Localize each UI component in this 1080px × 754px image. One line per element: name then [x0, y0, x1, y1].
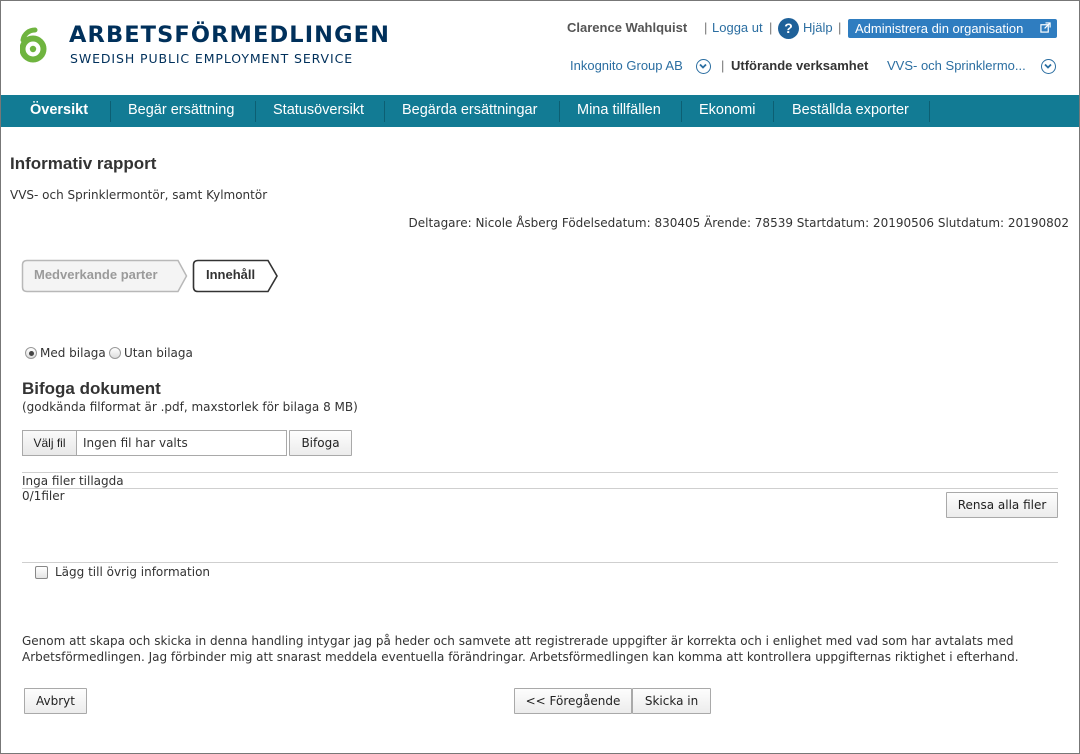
divider [22, 488, 1058, 489]
nav-item-mina-tillfallen[interactable]: Mina tillfällen [577, 95, 661, 127]
help-icon[interactable]: ? [778, 18, 799, 39]
verksamhet-label: Utförande verksamhet [731, 58, 869, 73]
logo-title: ARBETSFÖRMEDLINGEN [69, 22, 391, 48]
nav-item-oversikt[interactable]: Översikt [30, 95, 88, 127]
nav-item-statusoversikt[interactable]: Statusöversikt [273, 95, 364, 127]
header-separator: | [838, 20, 842, 35]
external-link-icon [1040, 22, 1051, 33]
submit-button[interactable]: Skicka in [632, 688, 711, 714]
nav-item-bestallda-exporter[interactable]: Beställda exporter [792, 95, 909, 127]
logout-link[interactable]: Logga ut [712, 20, 763, 35]
logo-subtitle: SWEDISH PUBLIC EMPLOYMENT SERVICE [70, 51, 353, 66]
attach-button[interactable]: Bifoga [289, 430, 352, 456]
chevron-down-icon[interactable] [696, 59, 711, 74]
clear-all-files-button[interactable]: Rensa alla filer [946, 492, 1058, 518]
step-label: Innehåll [206, 267, 256, 282]
choose-file-button[interactable]: Välj fil [23, 431, 77, 455]
no-files-text: Inga filer tillagda [22, 474, 124, 488]
extra-info-label: Lägg till övrig information [55, 565, 211, 579]
user-name: Clarence Wahlquist [567, 20, 688, 35]
divider [22, 562, 1058, 563]
nav-divider [110, 101, 111, 122]
nav-item-ekonomi[interactable]: Ekonomi [699, 95, 755, 127]
main-nav: Översikt Begär ersättning Statusöversikt… [1, 95, 1079, 127]
radio-label-utan-bilaga: Utan bilaga [124, 346, 193, 360]
upload-title: Bifoga dokument [22, 379, 161, 398]
nav-divider [255, 101, 256, 122]
radio-label-med-bilaga: Med bilaga [40, 346, 106, 360]
file-picker-status: Ingen fil har valts [83, 436, 188, 450]
page-title: Informativ rapport [10, 154, 157, 173]
previous-button[interactable]: << Föregående [514, 688, 632, 714]
admin-organisation-button[interactable]: Administrera din organisation [848, 19, 1057, 38]
upload-hint: (godkända filformat är .pdf, maxstorlek … [22, 400, 358, 414]
extra-info-checkbox[interactable] [35, 566, 48, 579]
header-separator: | [769, 20, 773, 35]
nav-divider [384, 101, 385, 122]
nav-divider [559, 101, 560, 122]
nav-divider [929, 101, 930, 122]
radio-utan-bilaga[interactable] [109, 347, 121, 359]
step-medverkande-parter[interactable]: Medverkande parter [21, 259, 189, 293]
chevron-down-icon[interactable] [1041, 59, 1056, 74]
radio-med-bilaga[interactable] [25, 347, 37, 359]
nav-item-begarda-ersattningar[interactable]: Begärda ersättningar [402, 95, 537, 127]
nav-item-begar-ersattning[interactable]: Begär ersättning [128, 95, 234, 127]
arbetsformedlingen-logo-icon [19, 26, 47, 64]
nav-divider [681, 101, 682, 122]
organisation-selector[interactable]: Inkognito Group AB [570, 58, 683, 73]
nav-divider [773, 101, 774, 122]
file-picker[interactable]: Välj fil Ingen fil har valts [22, 430, 287, 456]
legal-statement: Genom att skapa och skicka in denna hand… [22, 634, 1019, 664]
cancel-button[interactable]: Avbryt [24, 688, 87, 714]
page-subtitle: VVS- och Sprinklermontör, samt Kylmontör [10, 188, 268, 202]
step-label: Medverkande parter [34, 267, 158, 282]
header-separator: | [704, 20, 708, 35]
admin-button-label: Administrera din organisation [855, 21, 1024, 36]
header-separator: | [721, 58, 725, 73]
divider [22, 472, 1058, 473]
file-count: 0/1filer [22, 489, 65, 503]
participant-info: Deltagare: Nicole Åsberg Födelsedatum: 8… [408, 216, 1069, 230]
help-link[interactable]: Hjälp [803, 20, 833, 35]
verksamhet-selector[interactable]: VVS- och Sprinklermo... [887, 58, 1026, 73]
step-innehall[interactable]: Innehåll [192, 259, 280, 293]
